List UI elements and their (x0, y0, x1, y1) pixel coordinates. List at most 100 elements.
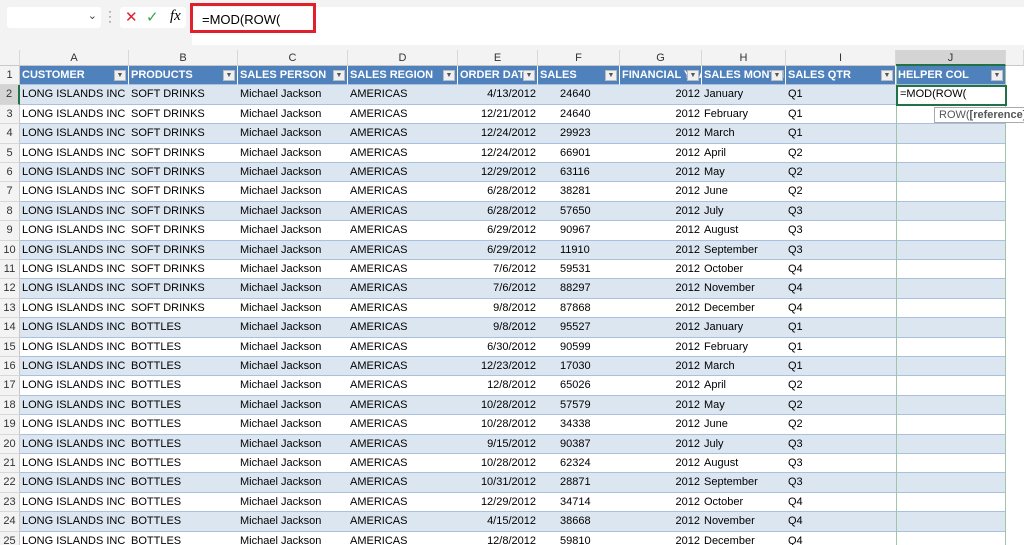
table-cell[interactable]: Michael Jackson (238, 338, 348, 357)
table-cell[interactable]: 4/15/2012 (458, 512, 538, 532)
table-cell[interactable]: 12/21/2012 (458, 105, 538, 125)
table-cell[interactable]: March (702, 357, 786, 377)
table-cell[interactable]: BOTTLES (129, 473, 238, 493)
table-cell[interactable]: 66901 (538, 144, 620, 163)
table-cell[interactable]: BOTTLES (129, 357, 238, 377)
table-cell[interactable]: LONG ISLANDS INC (20, 260, 129, 280)
table-cell[interactable]: 7/6/2012 (458, 279, 538, 299)
table-cell[interactable]: AMERICAS (348, 415, 458, 435)
chevron-down-icon[interactable]: ⌄ (88, 9, 97, 22)
table-cell[interactable]: October (702, 260, 786, 280)
table-cell[interactable]: SOFT DRINKS (129, 221, 238, 241)
table-cell[interactable]: August (702, 221, 786, 241)
row-header[interactable]: 13 (0, 298, 20, 319)
table-cell[interactable]: 62324 (538, 454, 620, 474)
table-cell[interactable]: 2012 (620, 473, 702, 493)
table-cell[interactable]: Q1 (786, 357, 896, 377)
table-cell[interactable]: 2012 (620, 260, 702, 280)
table-cell[interactable]: 10/28/2012 (458, 415, 538, 435)
column-header-H[interactable]: H (702, 50, 786, 66)
row-header[interactable]: 23 (0, 492, 20, 513)
table-cell[interactable]: 2012 (620, 182, 702, 202)
row-header[interactable]: 20 (0, 434, 20, 454)
table-cell[interactable]: Michael Jackson (238, 512, 348, 532)
filter-dropdown-icon[interactable]: ▼ (114, 70, 126, 81)
table-cell[interactable]: Q2 (786, 395, 896, 416)
table-cell[interactable]: 2012 (620, 201, 702, 222)
row-header[interactable]: 24 (0, 512, 20, 532)
table-cell[interactable]: AMERICAS (348, 105, 458, 125)
table-cell[interactable]: 38281 (538, 182, 620, 202)
table-cell[interactable]: Michael Jackson (238, 395, 348, 416)
table-cell[interactable]: Q2 (786, 163, 896, 183)
column-header-I[interactable]: I (786, 50, 896, 66)
table-cell[interactable]: 90387 (538, 434, 620, 454)
table-cell[interactable]: Q3 (786, 434, 896, 454)
table-cell[interactable]: 57650 (538, 201, 620, 222)
table-cell[interactable]: February (702, 338, 786, 357)
table-cell[interactable]: Q4 (786, 493, 896, 513)
row-header[interactable]: 11 (0, 260, 20, 280)
column-header-B[interactable]: B (129, 50, 238, 66)
table-cell[interactable]: May (702, 395, 786, 416)
column-header-D[interactable]: D (348, 50, 458, 66)
table-cell[interactable]: Michael Jackson (238, 124, 348, 144)
table-cell[interactable]: Q2 (786, 415, 896, 435)
table-cell[interactable]: BOTTLES (129, 318, 238, 338)
formula-input[interactable]: =MOD(ROW( (192, 7, 1024, 45)
table-cell[interactable]: Michael Jackson (238, 493, 348, 513)
row-header[interactable]: 25 (0, 531, 20, 545)
table-cell[interactable]: BOTTLES (129, 376, 238, 396)
table-cell[interactable]: Michael Jackson (238, 201, 348, 222)
table-cell[interactable]: Michael Jackson (238, 318, 348, 338)
row-header[interactable]: 18 (0, 395, 20, 416)
table-cell[interactable]: Q1 (786, 338, 896, 357)
table-cell[interactable]: 9/8/2012 (458, 318, 538, 338)
select-all-corner[interactable] (0, 50, 20, 66)
table-cell[interactable]: 12/24/2012 (458, 124, 538, 144)
table-cell[interactable]: AMERICAS (348, 512, 458, 532)
table-cell[interactable]: AMERICAS (348, 376, 458, 396)
table-cell[interactable]: 12/29/2012 (458, 493, 538, 513)
table-cell[interactable]: LONG ISLANDS INC (20, 279, 129, 299)
table-cell[interactable]: 2012 (620, 221, 702, 241)
table-cell[interactable]: 12/29/2012 (458, 163, 538, 183)
table-cell[interactable]: Michael Jackson (238, 240, 348, 260)
table-cell[interactable]: Michael Jackson (238, 454, 348, 474)
table-cell[interactable]: June (702, 182, 786, 202)
table-cell[interactable]: 87868 (538, 299, 620, 319)
table-cell[interactable]: BOTTLES (129, 532, 238, 545)
table-cell[interactable]: 2012 (620, 493, 702, 513)
table-cell[interactable]: October (702, 493, 786, 513)
row-header[interactable]: 9 (0, 221, 20, 241)
table-cell[interactable]: SOFT DRINKS (129, 182, 238, 202)
table-cell[interactable]: Q3 (786, 454, 896, 474)
table-cell[interactable]: April (702, 376, 786, 396)
table-cell[interactable]: Michael Jackson (238, 144, 348, 163)
column-header-F[interactable]: F (538, 50, 620, 66)
table-cell[interactable]: Michael Jackson (238, 299, 348, 319)
row-header[interactable]: 17 (0, 376, 20, 396)
row-header[interactable]: 4 (0, 124, 20, 144)
table-cell[interactable]: 90967 (538, 221, 620, 241)
table-cell[interactable]: 29923 (538, 124, 620, 144)
filter-dropdown-icon[interactable]: ▼ (333, 70, 345, 81)
table-cell[interactable]: AMERICAS (348, 395, 458, 416)
table-cell[interactable]: AMERICAS (348, 454, 458, 474)
table-cell[interactable]: December (702, 299, 786, 319)
table-cell[interactable]: 2012 (620, 163, 702, 183)
table-cell[interactable]: BOTTLES (129, 415, 238, 435)
table-cell[interactable]: Michael Jackson (238, 376, 348, 396)
table-cell[interactable]: Michael Jackson (238, 260, 348, 280)
table-cell[interactable]: 2012 (620, 532, 702, 545)
table-cell[interactable]: LONG ISLANDS INC (20, 376, 129, 396)
table-cell[interactable]: AMERICAS (348, 240, 458, 260)
filter-dropdown-icon[interactable]: ▼ (223, 70, 235, 81)
table-cell[interactable]: 57579 (538, 395, 620, 416)
row-header[interactable]: 5 (0, 143, 20, 163)
table-cell[interactable]: 2012 (620, 144, 702, 163)
row-header[interactable]: 2 (0, 85, 20, 105)
table-cell[interactable]: Q1 (786, 85, 896, 105)
row-header[interactable]: 14 (0, 318, 20, 338)
table-cell[interactable]: AMERICAS (348, 338, 458, 357)
